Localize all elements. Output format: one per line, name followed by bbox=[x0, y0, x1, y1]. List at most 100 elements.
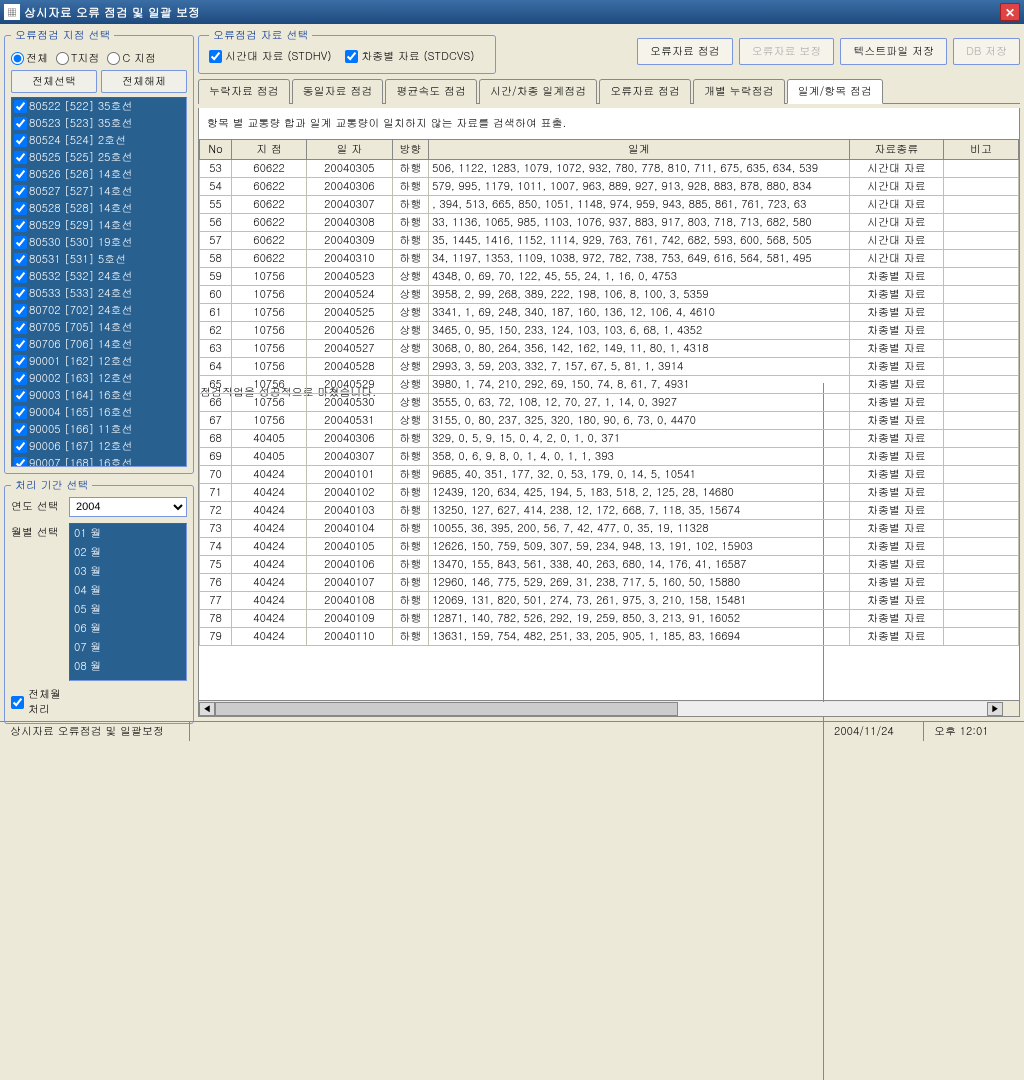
col-header[interactable]: 지 점 bbox=[232, 140, 307, 160]
point-list[interactable]: 80522 [522] 35호선80523 [523] 35호선80524 [5… bbox=[11, 97, 187, 467]
point-item[interactable]: 80702 [702] 24호선 bbox=[12, 302, 186, 319]
month-item[interactable]: 05 월 bbox=[70, 600, 186, 619]
radio-c[interactable]: C 지점 bbox=[107, 51, 156, 66]
table-row[interactable]: 714042420040102하행12439, 120, 634, 425, 1… bbox=[200, 484, 1019, 502]
chk-type[interactable]: 차종별 자료 (STDCVS) bbox=[345, 49, 474, 64]
point-checkbox[interactable] bbox=[14, 151, 27, 164]
point-item[interactable]: 80533 [533] 24호선 bbox=[12, 285, 186, 302]
point-checkbox[interactable] bbox=[14, 219, 27, 232]
month-item[interactable]: 07 월 bbox=[70, 638, 186, 657]
point-checkbox[interactable] bbox=[14, 457, 27, 467]
table-row[interactable]: 764042420040107하행12960, 146, 775, 529, 2… bbox=[200, 574, 1019, 592]
point-item[interactable]: 80526 [526] 14호선 bbox=[12, 166, 186, 183]
point-checkbox[interactable] bbox=[14, 270, 27, 283]
point-item[interactable]: 80706 [706] 14호선 bbox=[12, 336, 186, 353]
scroll-right-icon[interactable]: ▶ bbox=[987, 702, 1003, 716]
table-row[interactable]: 651075620040529상행3980, 1, 74, 210, 292, … bbox=[200, 376, 1019, 394]
table-row[interactable]: 784042420040109하행12871, 140, 782, 526, 2… bbox=[200, 610, 1019, 628]
point-item[interactable]: 90005 [166] 11호선 bbox=[12, 421, 186, 438]
table-row[interactable]: 734042420040104하행10055, 36, 395, 200, 56… bbox=[200, 520, 1019, 538]
table-row[interactable]: 774042420040108하행12069, 131, 820, 501, 2… bbox=[200, 592, 1019, 610]
close-icon[interactable]: ✕ bbox=[1000, 3, 1020, 21]
point-checkbox[interactable] bbox=[14, 253, 27, 266]
point-item[interactable]: 90004 [165] 16호선 bbox=[12, 404, 186, 421]
table-row[interactable]: 794042420040110하행13631, 159, 754, 482, 2… bbox=[200, 628, 1019, 646]
point-item[interactable]: 80529 [529] 14호선 bbox=[12, 217, 186, 234]
deselect-all-button[interactable]: 전체해제 bbox=[101, 70, 187, 93]
table-row[interactable]: 724042420040103하행13250, 127, 627, 414, 2… bbox=[200, 502, 1019, 520]
month-item[interactable]: 09 월 bbox=[70, 676, 186, 681]
point-checkbox[interactable] bbox=[14, 372, 27, 385]
month-item[interactable]: 03 월 bbox=[70, 562, 186, 581]
month-item[interactable]: 04 월 bbox=[70, 581, 186, 600]
point-checkbox[interactable] bbox=[14, 321, 27, 334]
chk-time[interactable]: 시간대 자료 (STDHV) bbox=[209, 49, 332, 64]
table-row[interactable]: 591075620040523상행4348, 0, 69, 70, 122, 4… bbox=[200, 268, 1019, 286]
radio-all[interactable]: 전체 bbox=[11, 51, 48, 66]
col-header[interactable]: 자료종류 bbox=[849, 140, 943, 160]
point-item[interactable]: 90003 [164] 16호선 bbox=[12, 387, 186, 404]
tab-6[interactable]: 일계/항목 점검 bbox=[787, 79, 883, 104]
point-checkbox[interactable] bbox=[14, 202, 27, 215]
point-item[interactable]: 90007 [168] 16호선 bbox=[12, 455, 186, 467]
point-checkbox[interactable] bbox=[14, 100, 27, 113]
radio-t[interactable]: T지점 bbox=[56, 51, 99, 66]
point-item[interactable]: 80524 [524] 2호선 bbox=[12, 132, 186, 149]
table-row[interactable]: 611075620040525상행3341, 1, 69, 248, 340, … bbox=[200, 304, 1019, 322]
tab-0[interactable]: 누락자료 점검 bbox=[198, 79, 290, 104]
tab-4[interactable]: 오류자료 점검 bbox=[599, 79, 691, 104]
point-checkbox[interactable] bbox=[14, 423, 27, 436]
point-checkbox[interactable] bbox=[14, 389, 27, 402]
all-month-checkbox[interactable] bbox=[11, 696, 24, 709]
point-item[interactable]: 80523 [523] 35호선 bbox=[12, 115, 186, 132]
table-row[interactable]: 704042420040101하행9685, 40, 351, 177, 32,… bbox=[200, 466, 1019, 484]
table-row[interactable]: 641075620040528상행2993, 3, 59, 203, 332, … bbox=[200, 358, 1019, 376]
horizontal-scrollbar[interactable]: ◀ ▶ bbox=[199, 700, 1019, 716]
table-row[interactable]: 601075620040524상행3958, 2, 99, 268, 389, … bbox=[200, 286, 1019, 304]
point-checkbox[interactable] bbox=[14, 304, 27, 317]
point-checkbox[interactable] bbox=[14, 406, 27, 419]
tab-1[interactable]: 동일자료 점검 bbox=[292, 79, 384, 104]
tab-2[interactable]: 평균속도 점검 bbox=[385, 79, 477, 104]
point-item[interactable]: 80530 [530] 19호선 bbox=[12, 234, 186, 251]
col-header[interactable]: 비고 bbox=[944, 140, 1019, 160]
table-row[interactable]: 546062220040306하행579, 995, 1179, 1011, 1… bbox=[200, 178, 1019, 196]
table-row[interactable]: 754042420040106하행13470, 155, 843, 561, 3… bbox=[200, 556, 1019, 574]
point-checkbox[interactable] bbox=[14, 355, 27, 368]
table-row[interactable]: 576062220040309하행35, 1445, 1416, 1152, 1… bbox=[200, 232, 1019, 250]
month-item[interactable]: 02 월 bbox=[70, 543, 186, 562]
table-row[interactable]: 661075620040530상행3555, 0, 63, 72, 108, 1… bbox=[200, 394, 1019, 412]
col-header[interactable]: 일계 bbox=[429, 140, 850, 160]
point-item[interactable]: 80522 [522] 35호선 bbox=[12, 98, 186, 115]
point-item[interactable]: 80531 [531] 5호선 bbox=[12, 251, 186, 268]
year-select[interactable]: 2004 bbox=[69, 497, 187, 517]
table-row[interactable]: 566062220040308하행33, 1136, 1065, 985, 11… bbox=[200, 214, 1019, 232]
table-row[interactable]: 684040520040306하행329, 0, 5, 9, 15, 0, 4,… bbox=[200, 430, 1019, 448]
col-header[interactable]: 일 자 bbox=[307, 140, 393, 160]
col-header[interactable]: No bbox=[200, 140, 232, 160]
scroll-thumb[interactable] bbox=[215, 702, 678, 716]
point-item[interactable]: 80528 [528] 14호선 bbox=[12, 200, 186, 217]
point-item[interactable]: 90002 [163] 12호선 bbox=[12, 370, 186, 387]
point-item[interactable]: 80525 [525] 25호선 bbox=[12, 149, 186, 166]
point-checkbox[interactable] bbox=[14, 440, 27, 453]
check-errors-button[interactable]: 오류자료 점검 bbox=[637, 38, 733, 65]
point-item[interactable]: 90001 [162] 12호선 bbox=[12, 353, 186, 370]
point-item[interactable]: 80532 [532] 24호선 bbox=[12, 268, 186, 285]
point-checkbox[interactable] bbox=[14, 134, 27, 147]
table-row[interactable]: 586062220040310하행34, 1197, 1353, 1109, 1… bbox=[200, 250, 1019, 268]
point-item[interactable]: 80705 [705] 14호선 bbox=[12, 319, 186, 336]
table-row[interactable]: 744042420040105하행12626, 150, 759, 509, 3… bbox=[200, 538, 1019, 556]
point-checkbox[interactable] bbox=[14, 168, 27, 181]
table-row[interactable]: 671075620040531상행3155, 0, 80, 237, 325, … bbox=[200, 412, 1019, 430]
point-item[interactable]: 80527 [527] 14호선 bbox=[12, 183, 186, 200]
tab-5[interactable]: 개별 누락점검 bbox=[693, 79, 785, 104]
point-checkbox[interactable] bbox=[14, 338, 27, 351]
table-row[interactable]: 631075620040527상행3068, 0, 80, 264, 356, … bbox=[200, 340, 1019, 358]
table-row[interactable]: 694040520040307하행358, 0, 6, 9, 8, 0, 1, … bbox=[200, 448, 1019, 466]
month-item[interactable]: 08 월 bbox=[70, 657, 186, 676]
select-all-button[interactable]: 전체선택 bbox=[11, 70, 97, 93]
point-item[interactable]: 90006 [167] 12호선 bbox=[12, 438, 186, 455]
month-item[interactable]: 01 월 bbox=[70, 524, 186, 543]
point-checkbox[interactable] bbox=[14, 236, 27, 249]
